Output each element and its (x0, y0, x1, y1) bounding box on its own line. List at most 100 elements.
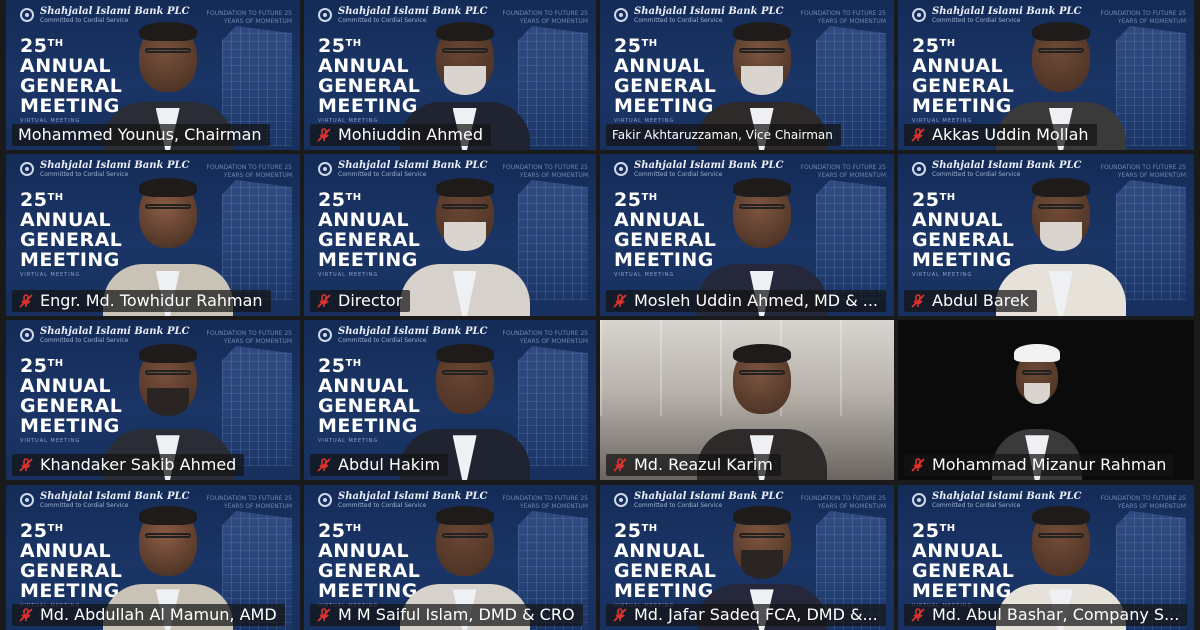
bank-emblem-icon (318, 162, 332, 176)
slide-title-suffix: TH (345, 192, 362, 203)
participant-name-label: Director (310, 290, 411, 312)
muted-mic-icon (910, 127, 926, 143)
bank-emblem-icon (912, 493, 926, 507)
participant-hair (138, 506, 197, 526)
slide-title-suffix: TH (641, 192, 658, 203)
participant-name-label: Md. Abdullah Al Mamun, AMD (12, 604, 285, 626)
participant-name-label: Mosleh Uddin Ahmed, MD & ... (606, 290, 887, 312)
virtual-meeting-text: VIRTUAL MEETING (318, 272, 379, 278)
glasses-icon (1037, 48, 1084, 54)
bank-emblem-icon (318, 8, 332, 22)
participant-name: Mosleh Uddin Ahmed, MD & ... (634, 291, 879, 310)
muted-mic-icon (612, 457, 628, 473)
glasses-icon (1022, 370, 1053, 375)
participant-tile[interactable]: Shahjalal Islami Bank PLC Committed to Co… (898, 485, 1194, 630)
participant-tile[interactable]: Shahjalal Islami Bank PLC Committed to Co… (304, 154, 596, 316)
participant-name-label: Md. Abul Bashar, Company S... (904, 604, 1188, 626)
glasses-icon (738, 532, 785, 538)
glasses-icon (738, 370, 785, 376)
glasses-icon (738, 204, 785, 210)
participant-hair (435, 343, 494, 363)
virtual-meeting-text: VIRTUAL MEETING (614, 272, 675, 278)
video-grid: Shahjalal Islami Bank PLC Committed to Co… (0, 0, 1200, 630)
participant-tile[interactable]: Shahjalal Islami Bank PLC Committed to Co… (304, 0, 596, 150)
participant-name-label: Engr. Md. Towhidur Rahman (12, 290, 271, 312)
glasses-icon (144, 48, 191, 54)
participant-beard (1024, 383, 1051, 404)
slide-title-suffix: TH (939, 192, 956, 203)
slide-title-suffix: TH (641, 523, 658, 534)
participant-beard (443, 222, 486, 251)
slide-title-number: 25 (318, 189, 346, 211)
bank-emblem-icon (912, 162, 926, 176)
muted-mic-icon (18, 293, 34, 309)
participant-tile[interactable]: Shahjalal Islami Bank PLC Committed to Co… (898, 0, 1194, 150)
glasses-icon (144, 532, 191, 538)
participant-beard (1039, 222, 1082, 251)
muted-mic-icon (316, 127, 332, 143)
muted-mic-icon (316, 457, 332, 473)
participant-name: Khandaker Sakib Ahmed (40, 455, 237, 474)
slide-title-suffix: TH (345, 38, 362, 49)
participant-tile[interactable]: Shahjalal Islami Bank PLC Committed to Co… (304, 320, 596, 480)
participant-name: M M Saiful Islam, DMD & CRO (338, 605, 575, 624)
glasses-icon (441, 204, 488, 210)
participant-name: Director (338, 291, 403, 310)
muted-mic-icon (612, 607, 628, 623)
bank-emblem-icon (614, 162, 628, 176)
bank-emblem-icon (20, 8, 34, 22)
slide-title-suffix: TH (47, 358, 64, 369)
participant-name-label: Abdul Barek (904, 290, 1038, 312)
participant-tile[interactable]: Shahjalal Islami Bank PLC Committed to Co… (600, 485, 894, 630)
participant-tile[interactable]: Shahjalal Islami Bank PLC Committed to Co… (600, 0, 894, 150)
participant-hair (435, 22, 494, 42)
participant-tile[interactable]: Shahjalal Islami Bank PLC Committed to Co… (6, 154, 300, 316)
participant-name: Md. Abdullah Al Mamun, AMD (40, 605, 277, 624)
participant-name: Abdul Hakim (338, 455, 441, 474)
slide-title-number: 25 (614, 189, 642, 211)
virtual-meeting-text: VIRTUAL MEETING (20, 272, 81, 278)
muted-mic-icon (18, 607, 34, 623)
participant-tile[interactable]: Shahjalal Islami Bank PLC Committed to Co… (6, 320, 300, 480)
participant-name-label: Md. Jafar Sadeq FCA, DMD &... (606, 604, 886, 626)
bank-emblem-icon (20, 328, 34, 342)
slide-title-number: 25 (614, 35, 642, 57)
bank-emblem-icon (614, 8, 628, 22)
slide-title-number: 25 (912, 520, 940, 542)
participant-name-label: Akkas Uddin Mollah (904, 124, 1097, 146)
participant-hair (1031, 22, 1090, 42)
participant-tile[interactable]: Shahjalal Islami Bank PLC Committed to Co… (600, 154, 894, 316)
participant-hair (1014, 344, 1061, 362)
slide-title-suffix: TH (345, 523, 362, 534)
participant-name: Mohammed Younus, Chairman (18, 125, 262, 144)
slide-title-number: 25 (20, 520, 48, 542)
participant-name-label: Mohammad Mizanur Rahman (904, 454, 1175, 476)
participant-tile[interactable]: Shahjalal Islami Bank PLC Committed to Co… (304, 485, 596, 630)
participant-name-label: M M Saiful Islam, DMD & CRO (310, 604, 583, 626)
participant-tile[interactable]: Shahjalal Islami Bank PLC Committed to Co… (898, 154, 1194, 316)
participant-name: Md. Abul Bashar, Company S... (932, 605, 1180, 624)
building-graphic (1116, 180, 1186, 300)
slide-title-suffix: TH (47, 38, 64, 49)
participant-beard (740, 66, 783, 95)
muted-mic-icon (316, 293, 332, 309)
participant-name: Akkas Uddin Mollah (932, 125, 1089, 144)
participant-hair (435, 506, 494, 526)
participant-name-label: Mohammed Younus, Chairman (12, 124, 270, 146)
participant-hair (732, 343, 791, 363)
participant-hair (138, 343, 197, 363)
participant-name-label: Md. Reazul Karim (606, 454, 781, 476)
participant-beard (443, 66, 486, 95)
participant-name-label: Khandaker Sakib Ahmed (12, 454, 245, 476)
bank-emblem-icon (614, 493, 628, 507)
participant-tile[interactable]: Shahjalal Islami Bank PLC Committed to Co… (6, 485, 300, 630)
slide-title-suffix: TH (641, 38, 658, 49)
participant-hair (138, 22, 197, 42)
participant-hair (732, 22, 791, 42)
participant-tile[interactable]: Md. Reazul Karim (600, 320, 894, 480)
glasses-icon (144, 370, 191, 376)
participant-tile[interactable]: Shahjalal Islami Bank PLC Committed to Co… (6, 0, 300, 150)
slide-title-number: 25 (318, 520, 346, 542)
participant-tile[interactable]: Mohammad Mizanur Rahman (898, 320, 1194, 480)
muted-mic-icon (910, 293, 926, 309)
